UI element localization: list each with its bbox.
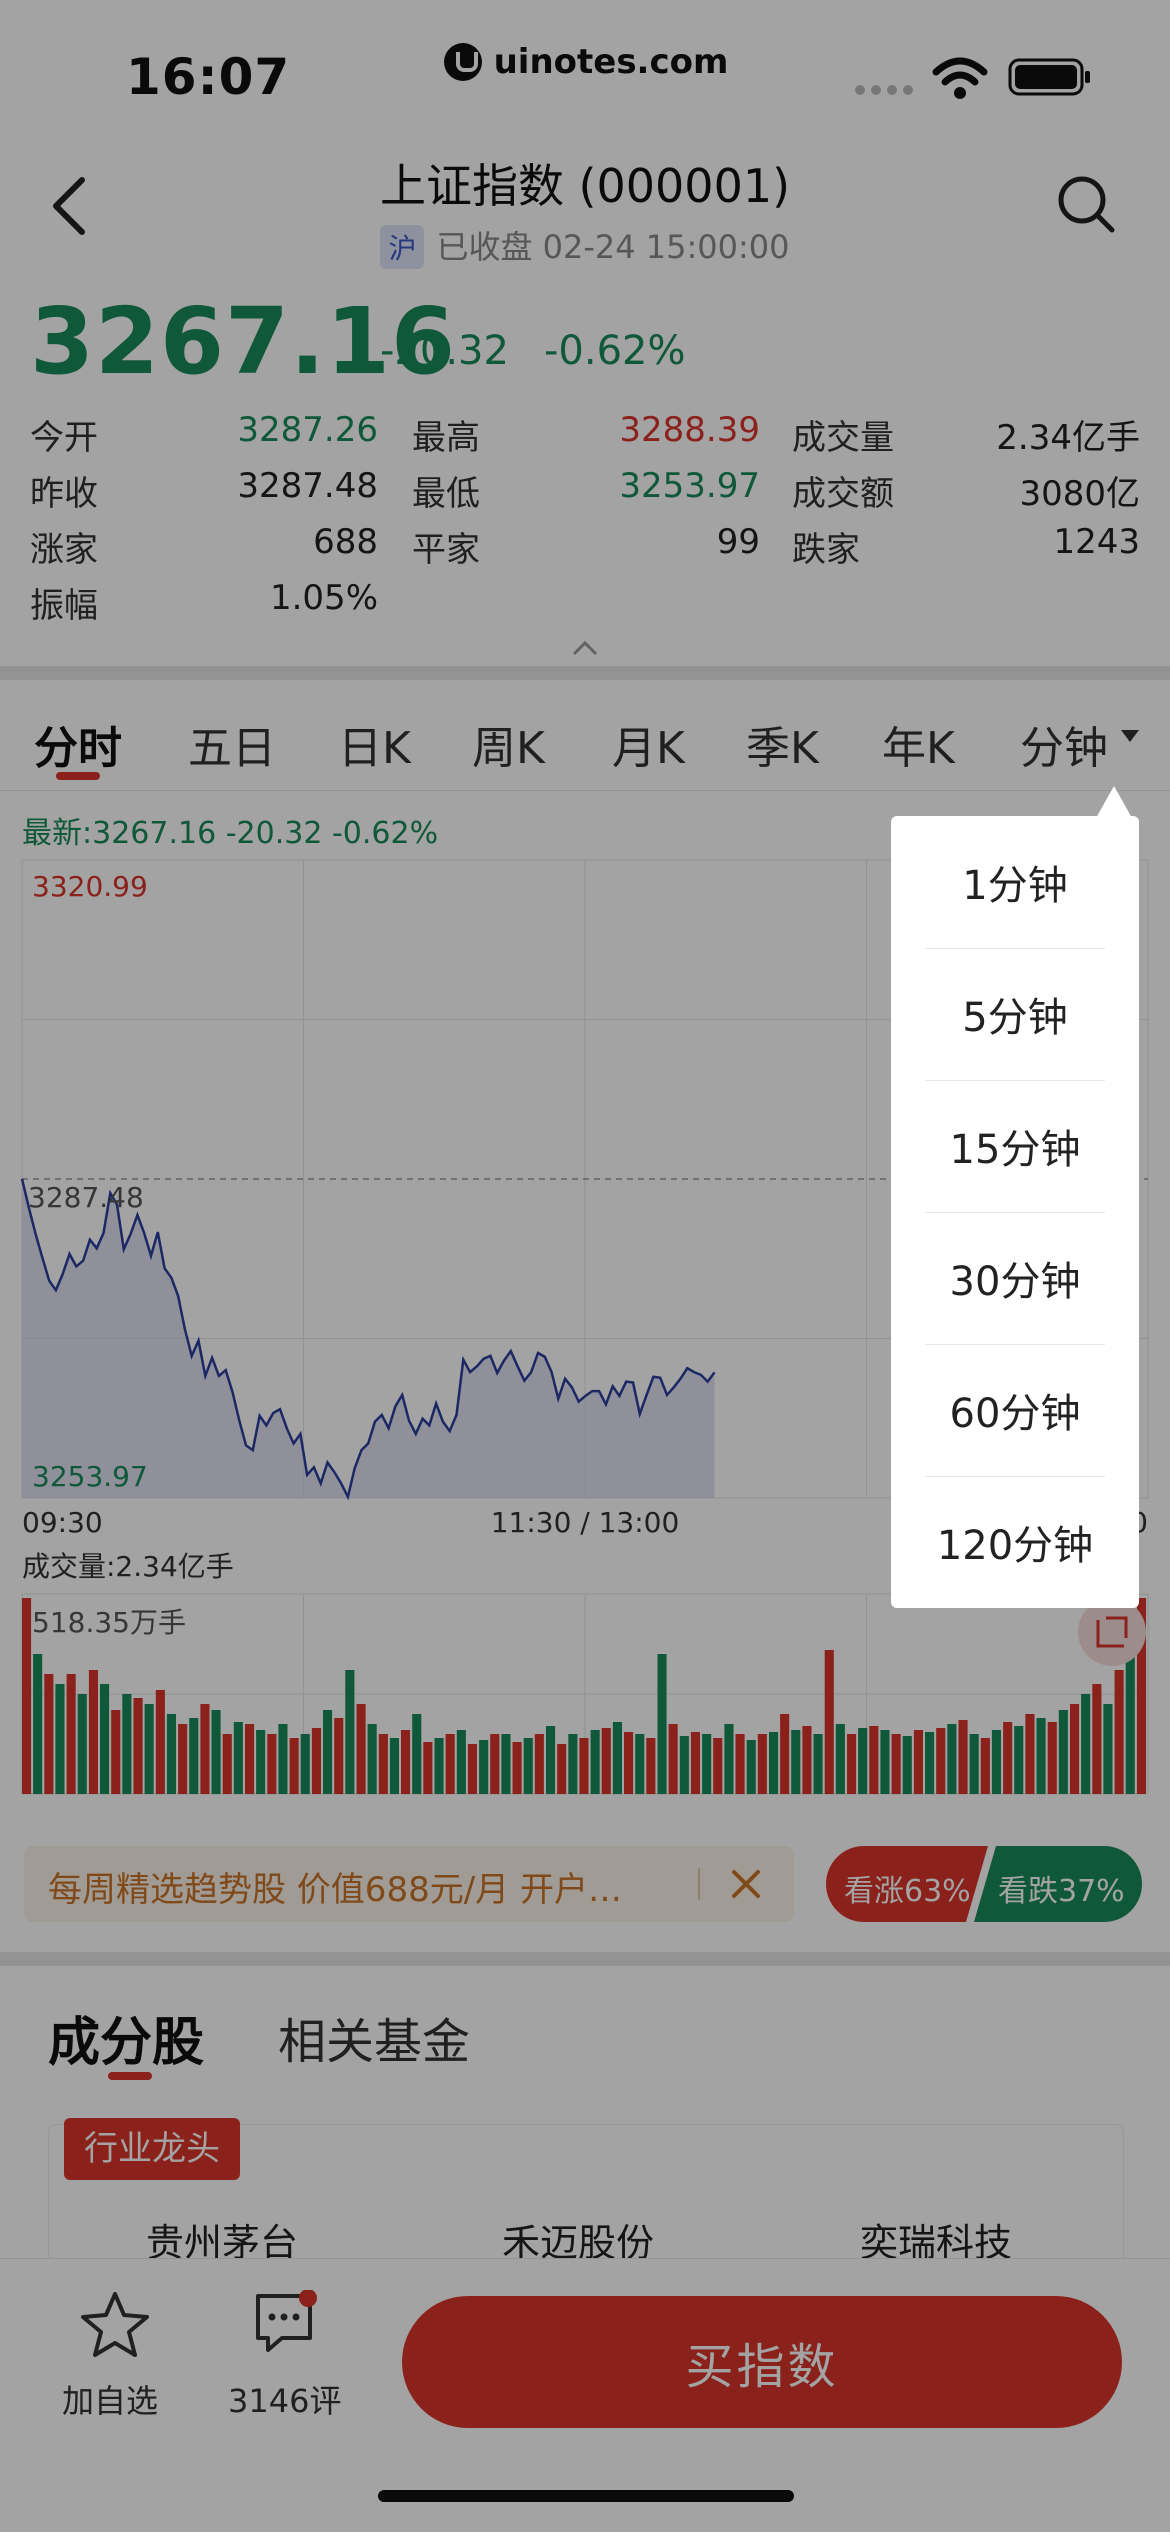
dropdown-option[interactable]: 1分钟 bbox=[891, 816, 1139, 948]
dropdown-option[interactable]: 60分钟 bbox=[891, 1344, 1139, 1476]
dropdown-option[interactable]: 5分钟 bbox=[891, 948, 1139, 1080]
dropdown-option[interactable]: 30分钟 bbox=[891, 1212, 1139, 1344]
dropdown-pointer bbox=[1096, 786, 1132, 818]
dropdown-option[interactable]: 120分钟 bbox=[891, 1476, 1139, 1608]
minute-period-dropdown: 1分钟 5分钟 15分钟 30分钟 60分钟 120分钟 bbox=[891, 816, 1139, 1608]
dropdown-option[interactable]: 15分钟 bbox=[891, 1080, 1139, 1212]
